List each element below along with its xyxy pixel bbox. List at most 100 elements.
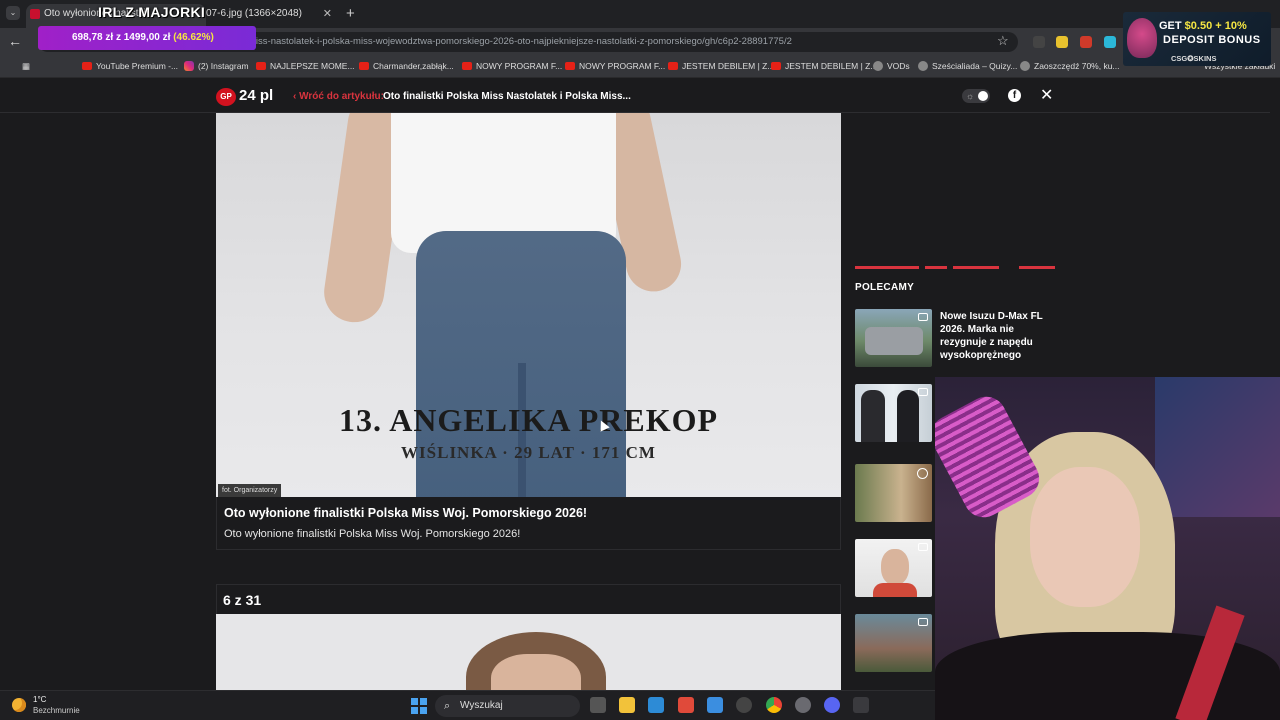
- gallery-icon: [918, 543, 928, 551]
- recommended-thumbnail[interactable]: [855, 614, 932, 672]
- globe-icon: [873, 61, 883, 71]
- recommended-title[interactable]: Nowe Isuzu D-Max FL 2026. Marka nie rezy…: [940, 310, 1055, 362]
- bookmark-item[interactable]: Sześcialiada – Quizy...: [918, 61, 1017, 71]
- goal-sep: z: [115, 32, 121, 43]
- goal-target: 1499,00 zł: [123, 32, 171, 43]
- app-icon[interactable]: [736, 697, 752, 713]
- bookmark-star-icon[interactable]: ☆: [997, 33, 1009, 49]
- ad-banner[interactable]: GET $0.50 + 10% DEPOSIT BONUS CSG✪SKINS: [1123, 12, 1271, 66]
- goal-percent: (46.62%): [173, 32, 214, 43]
- mascot-image: [1127, 18, 1157, 58]
- dark-mode-toggle[interactable]: ☼: [962, 89, 990, 103]
- gp24-favicon-icon: [30, 9, 40, 19]
- task-view-icon[interactable]: [590, 697, 606, 713]
- apps-grid-icon[interactable]: ▦: [8, 61, 30, 72]
- bookmark-item[interactable]: NOWY PROGRAM F...: [565, 61, 665, 71]
- site-logo[interactable]: GP: [216, 88, 236, 106]
- bookmark-item[interactable]: VODs: [873, 61, 910, 71]
- back-to-article-link[interactable]: ‹ Wróć do artykułu:: [293, 91, 384, 102]
- gallery-photo[interactable]: 13. ANGELIKA PREKOP WIŚLINKA · 29 LAT · …: [216, 113, 841, 497]
- app-icon[interactable]: [853, 697, 869, 713]
- gallery-counter-bar: 6 z 31: [216, 584, 841, 614]
- file-explorer-icon[interactable]: [619, 697, 635, 713]
- recommended-thumbnail[interactable]: [855, 384, 932, 442]
- close-icon[interactable]: ✕: [323, 4, 332, 24]
- close-icon[interactable]: ✕: [1040, 85, 1053, 105]
- tab-title: 07-6.jpg (1366×2048): [206, 8, 302, 19]
- ad-brand: CSG✪SKINS: [1171, 54, 1217, 63]
- caption-description: Oto wyłonione finalistki Polska Miss Woj…: [224, 528, 521, 540]
- gallery-icon: [918, 618, 928, 626]
- windows-taskbar: 1°C Bezchmurnie ⌕ Wyszukaj: [0, 690, 935, 720]
- contestant-details: WIŚLINKA · 29 LAT · 171 CM: [401, 443, 656, 462]
- taskbar-search-input[interactable]: ⌕ Wyszukaj: [435, 695, 580, 717]
- youtube-icon: [359, 62, 369, 70]
- bookmark-item[interactable]: JESTEM DEBILEM | Z...: [668, 61, 774, 71]
- extension-icon[interactable]: [1104, 36, 1116, 48]
- recommended-thumbnail[interactable]: [855, 539, 932, 597]
- ad-headline: GET $0.50 + 10%: [1159, 20, 1247, 32]
- site-logo-text[interactable]: 24 pl: [239, 87, 273, 104]
- windows-start-icon[interactable]: [411, 698, 427, 714]
- bookmark-item[interactable]: NOWY PROGRAM F...: [462, 61, 562, 71]
- gallery-icon: [918, 313, 928, 321]
- recommended-heading: POLECAMY: [855, 282, 915, 293]
- search-icon: ⌕: [444, 700, 451, 712]
- goal-current: 698,78 zł: [72, 32, 114, 43]
- bookmark-item[interactable]: (2) Instagram: [184, 61, 249, 71]
- photo-caption: Oto wyłonione finalistki Polska Miss Woj…: [216, 497, 841, 550]
- weather-moon-icon[interactable]: [12, 698, 26, 712]
- extension-icon[interactable]: [1080, 36, 1092, 48]
- bookmark-item[interactable]: Charmander,zabłąk...: [359, 61, 454, 71]
- bookmark-item[interactable]: NAJLEPSZE MOME...: [256, 61, 355, 71]
- recommended-thumbnail[interactable]: [855, 309, 932, 367]
- youtube-icon: [82, 62, 92, 70]
- gallery-icon: [918, 388, 928, 396]
- recommended-thumbnail[interactable]: [855, 464, 932, 522]
- stream-title: IRL Z MAJORKI: [98, 4, 206, 20]
- store-icon[interactable]: [648, 697, 664, 713]
- play-icon: [917, 468, 928, 479]
- youtube-icon: [462, 62, 472, 70]
- gallery-photo-next[interactable]: [216, 614, 841, 690]
- donation-goal-overlay: 698,78 zł z 1499,00 zł (46.62%): [38, 26, 256, 50]
- extension-icon[interactable]: [1056, 36, 1068, 48]
- tab-image[interactable]: 07-6.jpg (1366×2048) ✕: [188, 4, 338, 28]
- toggle-knob: [978, 91, 988, 101]
- app-icon[interactable]: [678, 697, 694, 713]
- bookmarks-bar: ▦ YouTube Premium -... (2) Instagram NAJ…: [0, 56, 1280, 78]
- sun-icon: ☼: [966, 91, 975, 101]
- webcam-background: [1155, 377, 1280, 517]
- section-divider: [855, 266, 1055, 269]
- photo-face: [491, 654, 581, 690]
- chrome-icon[interactable]: [766, 697, 782, 713]
- discord-icon[interactable]: [824, 697, 840, 713]
- new-tab-icon[interactable]: +: [346, 5, 355, 22]
- instagram-icon: [184, 61, 194, 71]
- youtube-icon: [565, 62, 575, 70]
- back-arrow-icon[interactable]: ←: [8, 33, 22, 49]
- tab-search-icon[interactable]: ⌄: [6, 6, 20, 20]
- caption-title: Oto wyłonione finalistki Polska Miss Woj…: [224, 506, 588, 520]
- app-icon[interactable]: [707, 697, 723, 713]
- ad-subline: DEPOSIT BONUS: [1163, 34, 1261, 46]
- youtube-icon: [256, 62, 266, 70]
- steam-icon: [1020, 61, 1030, 71]
- weather-temperature: 1°C: [33, 695, 47, 704]
- site-header: GP 24 pl ‹ Wróć do artykułu: Oto finalis…: [0, 79, 1270, 113]
- bookmark-item[interactable]: Zaoszczędź 70%, ku...: [1020, 61, 1120, 71]
- webcam-face: [1030, 467, 1140, 607]
- youtube-icon: [771, 62, 781, 70]
- streamer-webcam: [935, 377, 1280, 720]
- article-title-link[interactable]: Oto finalistki Polska Miss Nastolatek i …: [383, 91, 631, 102]
- facebook-icon[interactable]: f: [1008, 89, 1021, 102]
- weather-description: Bezchmurnie: [33, 706, 80, 715]
- bookmark-item[interactable]: JESTEM DEBILEM | Z...: [771, 61, 877, 71]
- quiz-icon: [918, 61, 928, 71]
- contestant-name: 13. ANGELIKA PREKOP: [338, 402, 719, 438]
- extension-icon[interactable]: [1033, 36, 1045, 48]
- photo-credit: fot. Organizatorzy: [218, 484, 282, 497]
- settings-gear-icon[interactable]: [795, 697, 811, 713]
- youtube-icon: [668, 62, 678, 70]
- bookmark-item[interactable]: YouTube Premium -...: [82, 61, 178, 71]
